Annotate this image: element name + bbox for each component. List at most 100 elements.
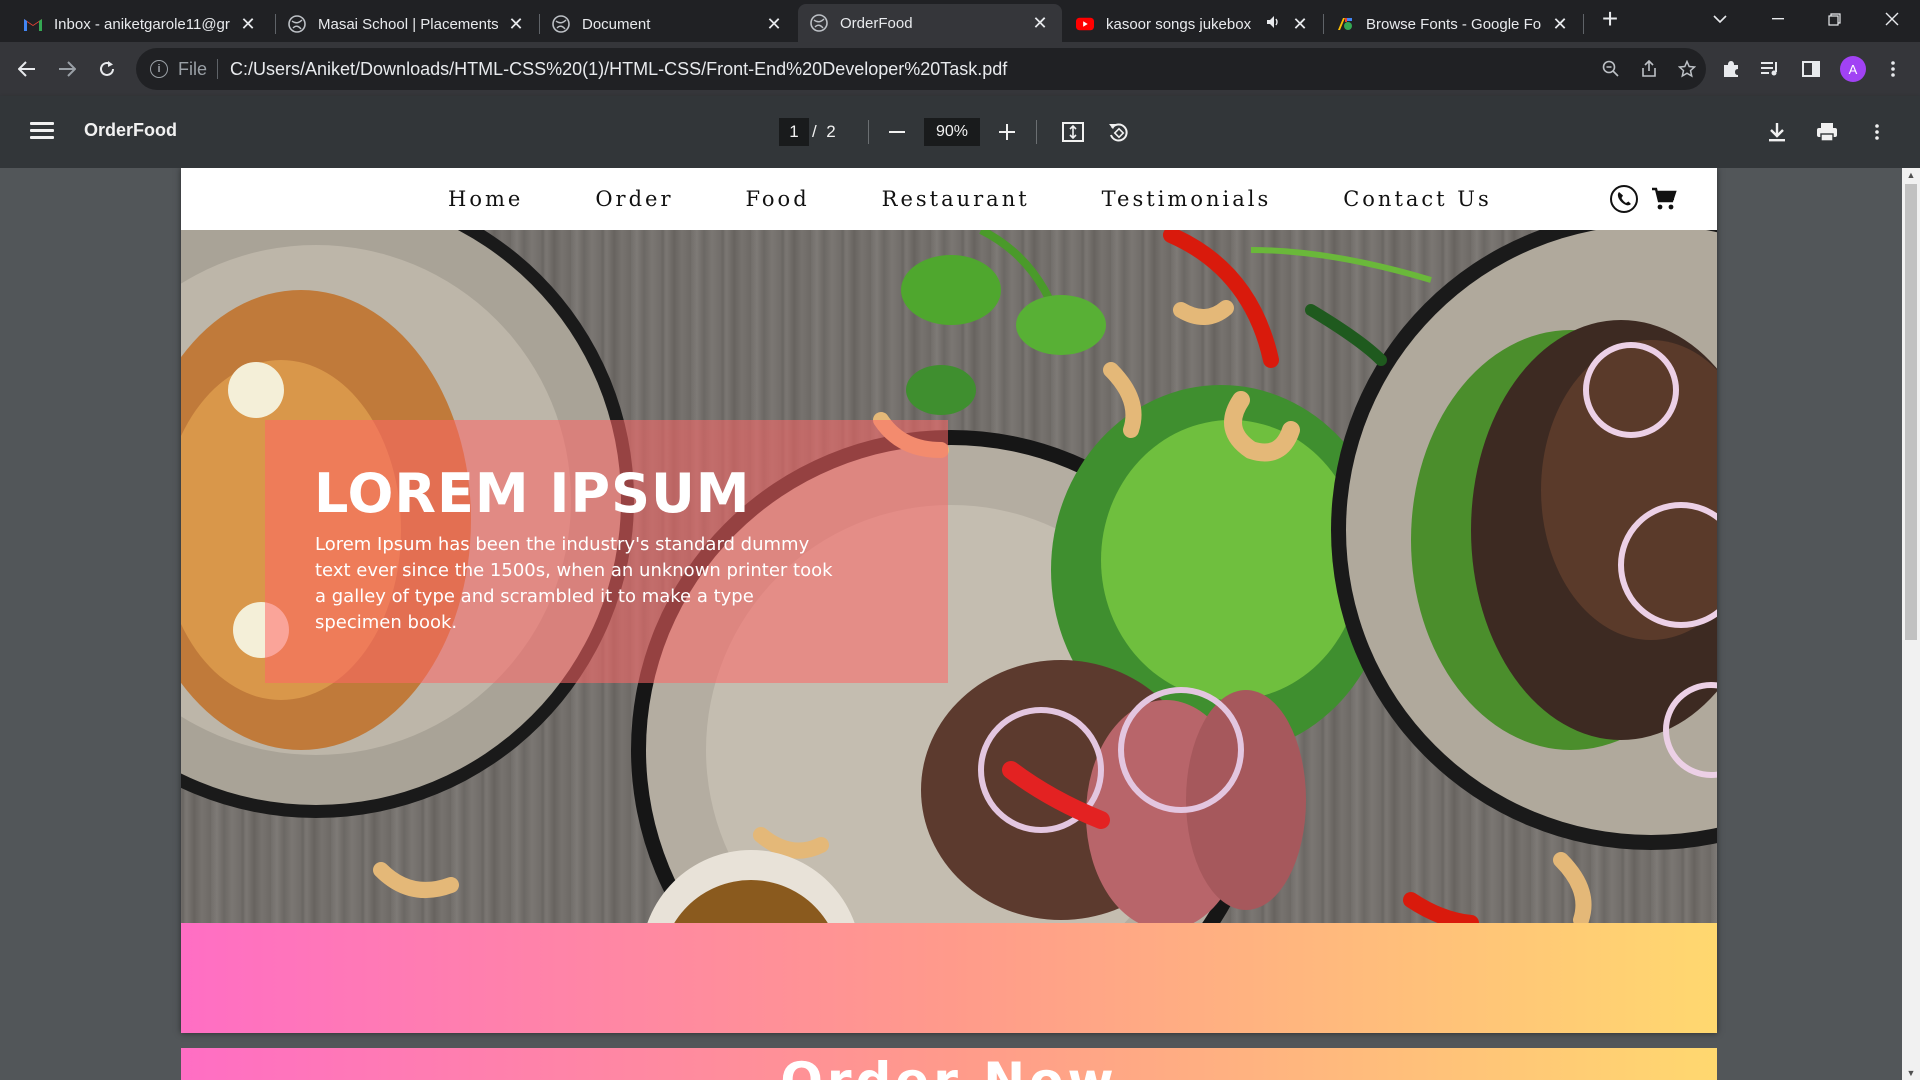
download-icon <box>1769 123 1785 142</box>
close-tab-icon[interactable]: ✕ <box>1290 14 1310 35</box>
minimize-icon <box>1772 18 1784 20</box>
chevron-down-icon <box>1713 15 1727 24</box>
address-divider <box>217 59 219 79</box>
pdf-viewport[interactable]: Home Order Food Restaurant Testimonials … <box>0 168 1920 1080</box>
hero-description: Lorem Ipsum has been the industry's stan… <box>315 534 833 633</box>
toolbar-divider <box>1036 120 1037 144</box>
page-total: / 2 <box>812 122 836 142</box>
hero-section: LOREM IPSUM Lorem Ipsum has been the ind… <box>181 230 1717 923</box>
address-actions <box>1602 48 1696 90</box>
tab-gmail[interactable]: Inbox - aniketgarole11@gr ✕ <box>12 6 270 42</box>
restore-button[interactable] <box>1806 0 1862 38</box>
nav-link-testimonials[interactable]: Testimonials <box>1102 187 1272 211</box>
tab-google-fonts[interactable]: Browse Fonts - Google For ✕ <box>1324 6 1582 42</box>
page-separator: / <box>812 122 817 141</box>
side-panel-button[interactable] <box>1794 52 1828 86</box>
tab-strip: Inbox - aniketgarole11@gr ✕ Masai School… <box>0 0 1920 42</box>
nav-icons <box>1609 184 1677 214</box>
tab-title: Inbox - aniketgarole11@gr <box>54 15 230 33</box>
fit-page-icon <box>1062 122 1084 142</box>
close-tab-icon[interactable]: ✕ <box>1030 13 1050 34</box>
side-panel-icon <box>1802 61 1820 77</box>
tab-youtube[interactable]: kasoor songs jukebox ✕ <box>1064 6 1322 42</box>
nav-link-food[interactable]: Food <box>745 187 809 211</box>
close-icon <box>1885 12 1899 26</box>
reload-button[interactable] <box>90 52 124 86</box>
google-fonts-icon <box>1336 15 1354 33</box>
close-tab-icon[interactable]: ✕ <box>506 14 526 35</box>
avatar: A <box>1840 56 1866 82</box>
minus-icon <box>889 131 905 133</box>
tab-title: Browse Fonts - Google For <box>1366 15 1542 33</box>
print-button[interactable] <box>1811 116 1843 148</box>
hero-title: LOREM IPSUM <box>314 462 751 525</box>
globe-icon <box>288 15 306 33</box>
profile-button[interactable]: A <box>1836 52 1870 86</box>
tab-masai[interactable]: Masai School | Placements ✕ <box>276 6 538 42</box>
tab-orderfood[interactable]: OrderFood ✕ <box>798 4 1062 42</box>
url-scheme: File <box>178 58 208 79</box>
youtube-icon <box>1076 15 1094 33</box>
puzzle-icon <box>1724 61 1738 77</box>
browser-toolbar: i File C:/Users/Aniket/Downloads/HTML-CS… <box>0 42 1920 96</box>
minimize-button[interactable] <box>1750 0 1806 38</box>
restore-icon <box>1827 12 1841 26</box>
pdf-title: OrderFood <box>84 120 177 140</box>
forward-arrow-icon <box>59 61 76 77</box>
hamburger-menu-icon[interactable] <box>28 118 56 146</box>
tab-title: OrderFood <box>840 14 913 32</box>
close-window-button[interactable] <box>1864 0 1920 38</box>
zoom-in-button[interactable] <box>991 116 1023 148</box>
download-button[interactable] <box>1761 116 1793 148</box>
nav-link-home[interactable]: Home <box>448 187 523 211</box>
media-queue-icon <box>1761 62 1777 76</box>
close-tab-icon[interactable]: ✕ <box>238 14 258 35</box>
share-icon[interactable] <box>1640 60 1658 78</box>
tab-document[interactable]: Document ✕ <box>540 6 796 42</box>
fit-to-page-button[interactable] <box>1057 116 1089 148</box>
gradient-banner <box>181 923 1717 1033</box>
zoom-out-button[interactable] <box>881 116 913 148</box>
pdf-toolbar: OrderFood 1 / 2 90% <box>0 96 1920 168</box>
address-bar[interactable]: i File C:/Users/Aniket/Downloads/HTML-CS… <box>136 48 1706 90</box>
nav-link-restaurant[interactable]: Restaurant <box>882 187 1030 211</box>
forward-button[interactable] <box>50 52 84 86</box>
media-control-button[interactable] <box>1754 52 1788 86</box>
pdf-page-1: Home Order Food Restaurant Testimonials … <box>181 168 1717 1033</box>
site-navbar: Home Order Food Restaurant Testimonials … <box>181 168 1717 230</box>
scrollbar-thumb[interactable] <box>1905 184 1917 640</box>
extensions-button[interactable] <box>1714 52 1748 86</box>
scroll-down-arrow-icon[interactable]: ▼ <box>1902 1066 1920 1080</box>
close-tab-icon[interactable]: ✕ <box>1550 14 1570 35</box>
bookmark-star-icon[interactable] <box>1678 60 1696 78</box>
plus-icon <box>999 124 1015 140</box>
kebab-menu-icon <box>1891 61 1895 77</box>
speaker-icon[interactable] <box>1266 15 1282 33</box>
scroll-up-arrow-icon[interactable]: ▲ <box>1902 168 1920 182</box>
toolbar-divider <box>868 120 869 144</box>
vertical-scrollbar[interactable]: ▲ ▼ <box>1902 168 1920 1080</box>
new-tab-button[interactable]: + <box>1584 0 1636 38</box>
phone-icon[interactable] <box>1609 184 1639 214</box>
printer-icon <box>1817 123 1837 142</box>
reload-icon <box>100 61 114 76</box>
rotate-icon <box>1109 123 1128 142</box>
chrome-menu-button[interactable] <box>1876 52 1910 86</box>
tab-title: Document <box>582 15 651 33</box>
cart-icon[interactable] <box>1651 187 1677 211</box>
globe-icon <box>810 14 828 32</box>
url-text[interactable]: C:/Users/Aniket/Downloads/HTML-CSS%20(1)… <box>230 59 1007 80</box>
pdf-page-2: Order Now <box>181 1048 1717 1080</box>
close-tab-icon[interactable]: ✕ <box>764 14 784 35</box>
back-button[interactable] <box>10 52 44 86</box>
gmail-icon <box>24 15 42 33</box>
rotate-button[interactable] <box>1102 116 1134 148</box>
zoom-level-input[interactable]: 90% <box>924 118 980 146</box>
zoom-icon[interactable] <box>1602 60 1620 78</box>
info-icon[interactable]: i <box>150 60 168 78</box>
pdf-more-button[interactable] <box>1861 116 1893 148</box>
tab-search-button[interactable] <box>1692 0 1748 38</box>
nav-link-order[interactable]: Order <box>595 187 673 211</box>
nav-link-contact[interactable]: Contact Us <box>1343 187 1492 211</box>
page-number-input[interactable]: 1 <box>779 118 809 146</box>
